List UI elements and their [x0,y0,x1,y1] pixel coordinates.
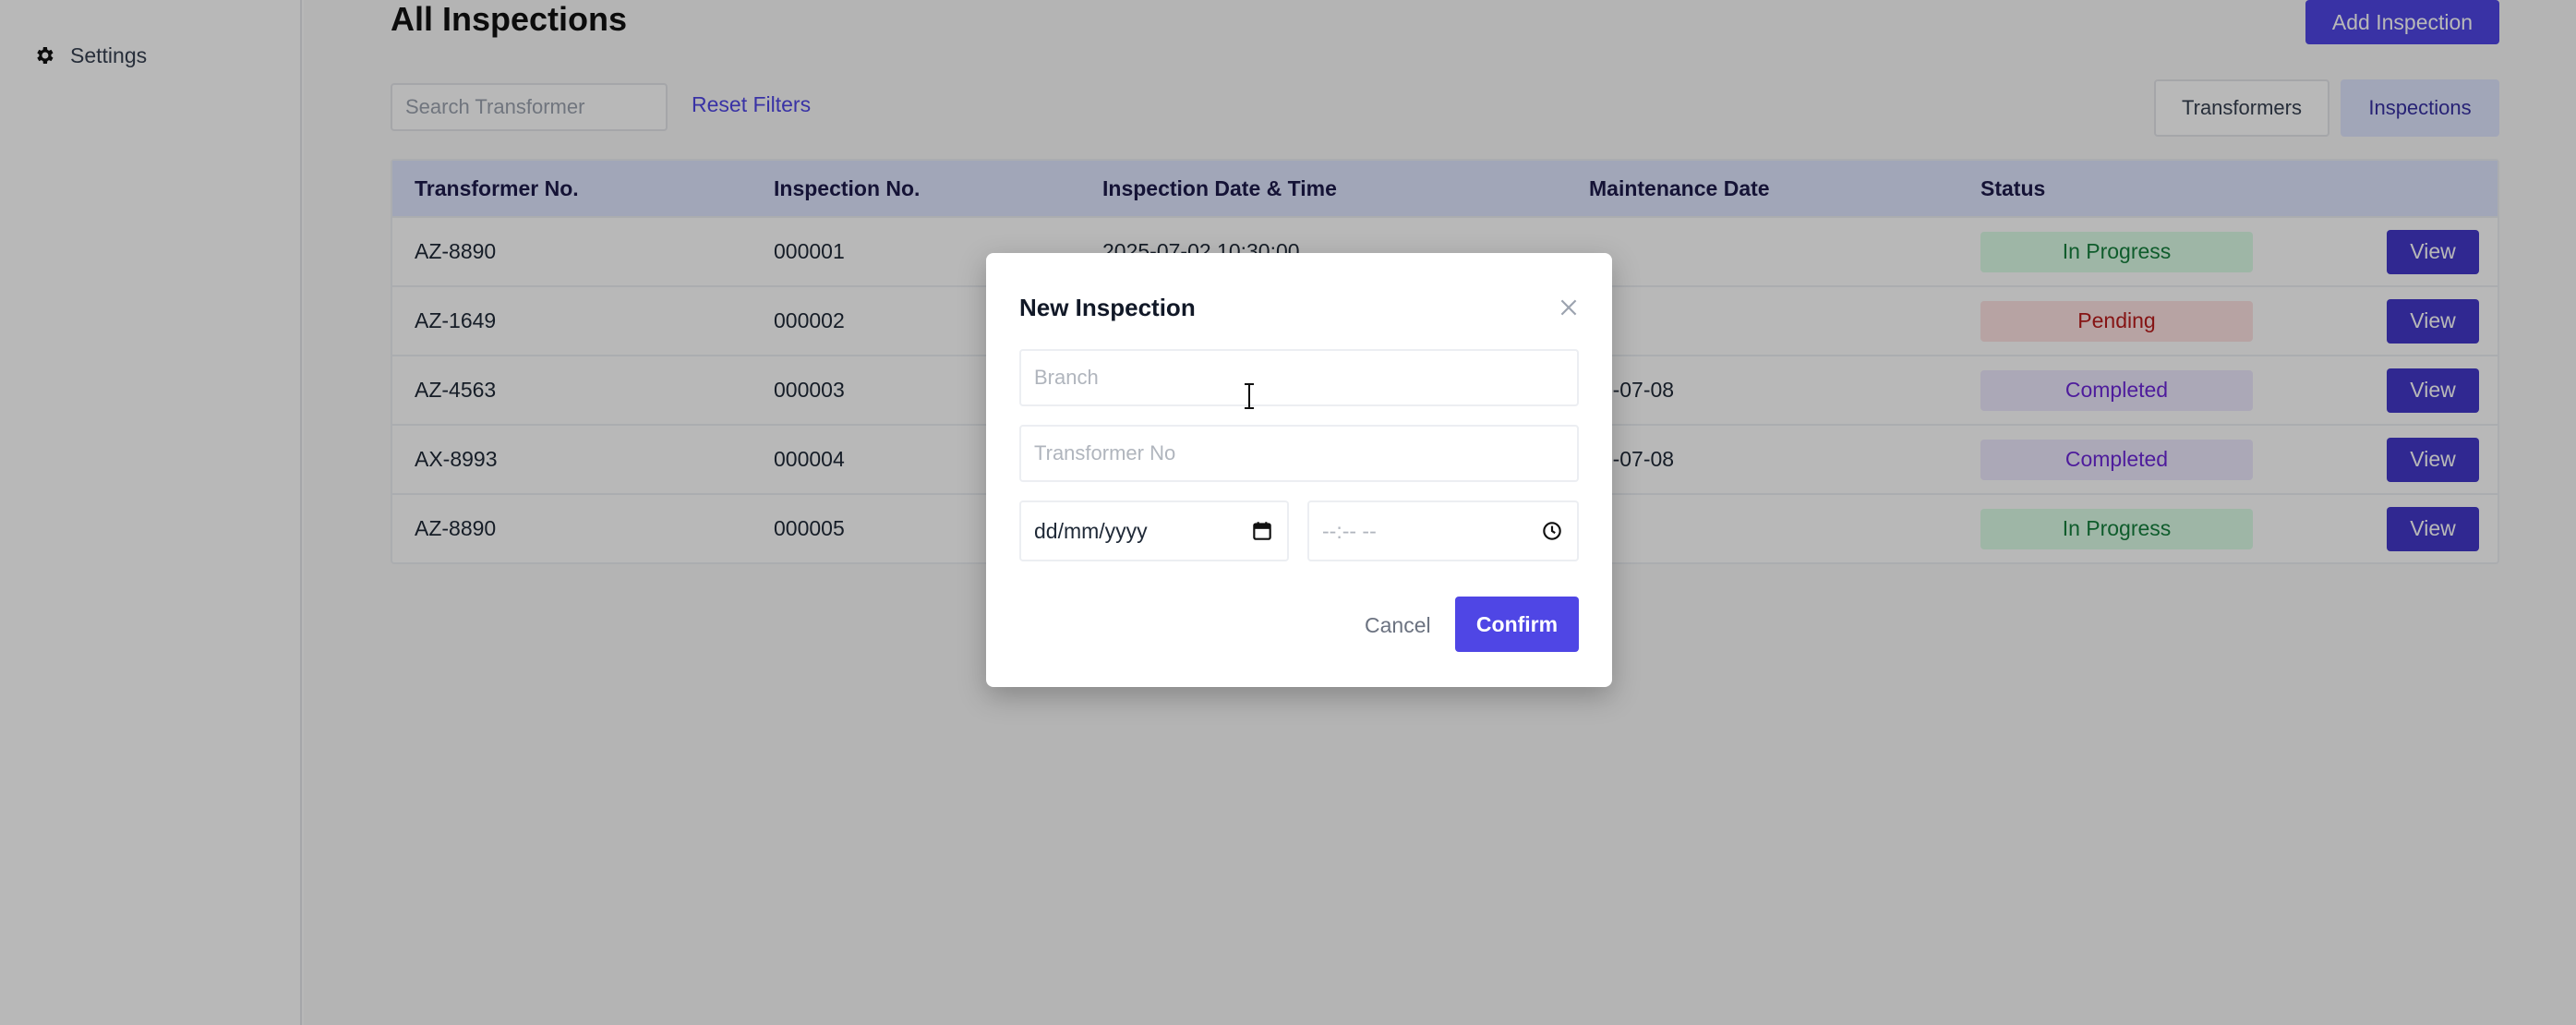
date-placeholder: dd/mm/yyyy [1034,518,1148,543]
branch-field[interactable] [1019,349,1579,406]
dialog-title: New Inspection [1019,294,1196,321]
close-icon[interactable] [1557,295,1581,320]
calendar-icon[interactable] [1250,519,1274,543]
transformer-no-field[interactable] [1019,425,1579,482]
time-field[interactable]: --:-- -- [1307,500,1579,561]
date-field[interactable]: dd/mm/yyyy [1019,500,1289,561]
time-placeholder: --:-- -- [1322,518,1377,543]
cancel-button[interactable]: Cancel [1365,613,1431,638]
confirm-button[interactable]: Confirm [1455,597,1579,652]
text-cursor-icon [1245,383,1254,409]
clock-icon[interactable] [1540,519,1564,543]
new-inspection-dialog: New Inspection dd/mm/yyyy --:-- -- Cance… [986,253,1612,687]
